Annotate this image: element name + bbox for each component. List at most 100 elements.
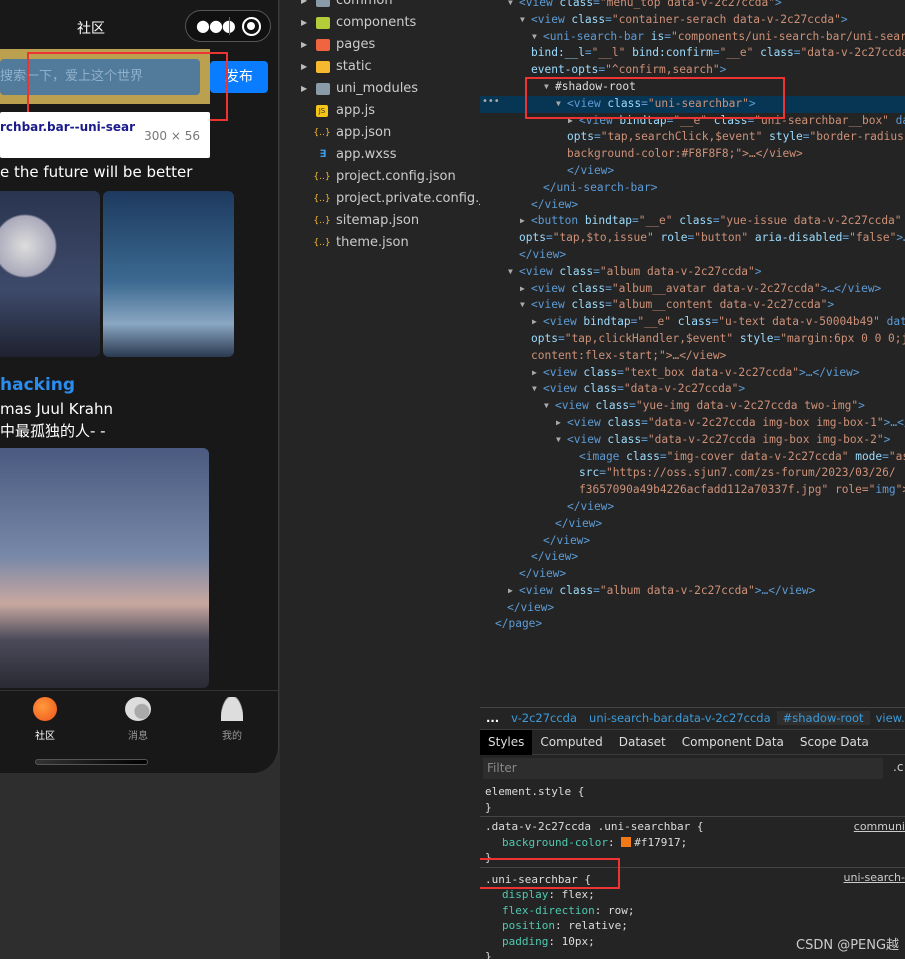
expand-triangle-icon[interactable]: ▼ (532, 29, 537, 46)
expand-triangle-icon[interactable]: ▼ (520, 12, 525, 29)
breadcrumb-item[interactable]: view.uni-se (870, 711, 905, 725)
rule-source-link[interactable]: communi (854, 819, 905, 835)
dom-node-line[interactable]: bind:__l="__l" bind:confirm="__e" class=… (480, 45, 905, 62)
tab-scope-data[interactable]: Scope Data (792, 730, 877, 755)
dom-node-line[interactable]: ▶ <button bindtap="__e" class="yue-issue … (480, 213, 905, 230)
dom-node-line[interactable]: ▼ <uni-search-bar is="components/uni-sear… (480, 29, 905, 46)
dom-node-line[interactable]: </view> (480, 247, 905, 264)
post-image-1[interactable] (0, 191, 100, 357)
dom-node-line[interactable]: </view> (480, 499, 905, 516)
property-value[interactable]: row; (608, 904, 635, 917)
post-title-link[interactable]: hacking (0, 375, 75, 395)
chevron-right-icon[interactable]: ▶ (301, 12, 307, 34)
property-value[interactable]: flex; (562, 888, 595, 901)
expand-triangle-icon[interactable]: ▼ (532, 381, 537, 398)
chevron-right-icon[interactable]: ▶ (301, 34, 307, 56)
file-tree-item[interactable]: {..} project.private.config.js... (280, 188, 502, 210)
expand-triangle-icon[interactable]: ▼ (556, 432, 561, 449)
dom-node-line[interactable]: ▼ <view class="album__content data-v-2c27… (480, 297, 905, 314)
capsule-menu[interactable]: ●●● (185, 10, 271, 42)
chevron-right-icon[interactable]: ▶ (301, 0, 307, 12)
expand-triangle-icon[interactable]: ▼ (520, 297, 525, 314)
breadcrumb-item[interactable]: ... (480, 711, 505, 725)
rule-selector[interactable]: .data-v-2c27ccda .uni-searchbar { (485, 819, 900, 835)
file-tree-item[interactable]: ▶ components (280, 12, 480, 34)
breadcrumb-item[interactable]: #shadow-root (776, 711, 870, 725)
collapse-triangle-icon[interactable]: ▶ (556, 415, 561, 432)
dom-node-line[interactable]: </view> (480, 533, 905, 550)
property-value[interactable]: 10px; (562, 935, 595, 948)
dom-node-line[interactable]: f3657090a49b4226acfadd112a70337f.jpg" ro… (480, 482, 905, 499)
file-tree-item[interactable]: ▶ pages (280, 34, 480, 56)
tab-styles[interactable]: Styles (480, 730, 533, 755)
dom-node-line[interactable]: ▶ <view class="album data-v-2c27ccda">…</… (480, 583, 905, 600)
dom-node-line[interactable]: ▶ <view bindtap="__e" class="u-text data-… (480, 314, 905, 331)
dom-node-line[interactable]: </view> (480, 197, 905, 214)
class-toggle[interactable]: .c (893, 760, 903, 774)
dom-node-line[interactable]: opts="tap,searchClick,$event" style="bor… (480, 129, 905, 146)
css-property[interactable]: display: flex; (485, 887, 900, 903)
dom-node-line[interactable]: </uni-search-bar> (480, 180, 905, 197)
file-tree-item[interactable]: {..} project.config.json (280, 166, 480, 188)
file-tree-item[interactable]: ▶ static (280, 56, 480, 78)
tab-computed[interactable]: Computed (532, 730, 610, 755)
dom-node-line[interactable]: </page> (480, 616, 905, 633)
file-tree-item[interactable]: {..} theme.json (280, 232, 480, 254)
dom-node-line[interactable]: </view> (480, 163, 905, 180)
dom-node-line[interactable]: ▼ <view class="menu_top data-v-2c27ccda"> (480, 0, 905, 12)
file-tree-item[interactable]: ▶ common (280, 0, 480, 12)
tab-community[interactable]: 社区 (10, 697, 80, 742)
dom-node-line[interactable]: </view> (480, 566, 905, 583)
dom-node-line[interactable]: </view> (480, 549, 905, 566)
dom-node-line[interactable]: ▼ <view class="album data-v-2c27ccda"> (480, 264, 905, 281)
row-options-icon[interactable]: ••• (482, 96, 500, 107)
post-image-3[interactable] (0, 448, 209, 688)
chevron-right-icon[interactable]: ▶ (301, 78, 307, 100)
post-image-2[interactable] (103, 191, 234, 357)
dom-node-line[interactable]: opts="tap,clickHandler,$event" style="ma… (480, 331, 905, 348)
tab-messages[interactable]: 消息 (103, 697, 173, 742)
collapse-triangle-icon[interactable]: ▶ (532, 365, 537, 382)
rule-source-link[interactable]: uni-search- (844, 870, 905, 886)
dom-node-line[interactable]: <image class="img-cover data-v-2c27ccda"… (480, 449, 905, 466)
tab-dataset[interactable]: Dataset (611, 730, 674, 755)
expand-triangle-icon[interactable]: ▼ (544, 398, 549, 415)
dom-node-line[interactable]: ▼ <view class="data-v-2c27ccda img-box im… (480, 432, 905, 449)
dom-node-line[interactable]: src="https://oss.sjun7.com/zs-forum/2023… (480, 465, 905, 482)
css-property[interactable]: background-color: #f17917; (485, 835, 900, 851)
property-value[interactable]: relative; (568, 919, 628, 932)
collapse-triangle-icon[interactable]: ▶ (520, 213, 525, 230)
collapse-triangle-icon[interactable]: ▶ (520, 281, 525, 298)
tab-component-data[interactable]: Component Data (674, 730, 792, 755)
dom-node-line[interactable]: ▼ <view class="container-serach data-v-2c… (480, 12, 905, 29)
breadcrumb-item[interactable]: v-2c27ccda (505, 711, 583, 725)
file-tree-item[interactable]: ∃ app.wxss (280, 144, 480, 166)
property-value[interactable]: #f17917; (634, 836, 687, 849)
dom-node-line[interactable]: ▶ <view class="album__avatar data-v-2c27c… (480, 281, 905, 298)
filter-input[interactable]: Filter (483, 758, 883, 779)
collapse-triangle-icon[interactable]: ▶ (508, 583, 513, 600)
file-tree-item[interactable]: ▶ uni_modules (280, 78, 480, 100)
dom-node-line[interactable]: </view> (480, 600, 905, 617)
dom-node-line[interactable]: ▼ <view class="data-v-2c27ccda"> (480, 381, 905, 398)
breadcrumb-item[interactable]: uni-search-bar.data-v-2c27ccda (583, 711, 777, 725)
dom-node-line[interactable]: content:flex-start;">…</view> (480, 348, 905, 365)
dom-node-line[interactable]: background-color:#F8F8F8;">…</view> (480, 146, 905, 163)
tab-profile[interactable]: 我的 (197, 697, 267, 742)
css-property[interactable]: position: relative; (485, 918, 900, 934)
file-tree-item[interactable]: JS app.js (280, 100, 480, 122)
dom-node-line[interactable]: ▼ <view class="yue-img data-v-2c27ccda tw… (480, 398, 905, 415)
expand-triangle-icon[interactable]: ▼ (508, 264, 513, 281)
close-target-icon[interactable] (242, 17, 261, 36)
dom-node-line[interactable]: </view> (480, 516, 905, 533)
css-property[interactable]: flex-direction: row; (485, 903, 900, 919)
dom-node-line[interactable]: ▶ <view class="text_box data-v-2c27ccda">… (480, 365, 905, 382)
dom-node-line[interactable]: ▶ <view class="data-v-2c27ccda img-box im… (480, 415, 905, 432)
color-swatch[interactable] (621, 836, 632, 847)
expand-triangle-icon[interactable]: ▼ (508, 0, 513, 12)
dom-node-line[interactable]: opts="tap,$to,issue" role="button" aria-… (480, 230, 905, 247)
rule-selector[interactable]: element.style { (485, 784, 900, 800)
chevron-right-icon[interactable]: ▶ (301, 56, 307, 78)
collapse-triangle-icon[interactable]: ▶ (532, 314, 537, 331)
file-tree-item[interactable]: {..} sitemap.json (280, 210, 480, 232)
